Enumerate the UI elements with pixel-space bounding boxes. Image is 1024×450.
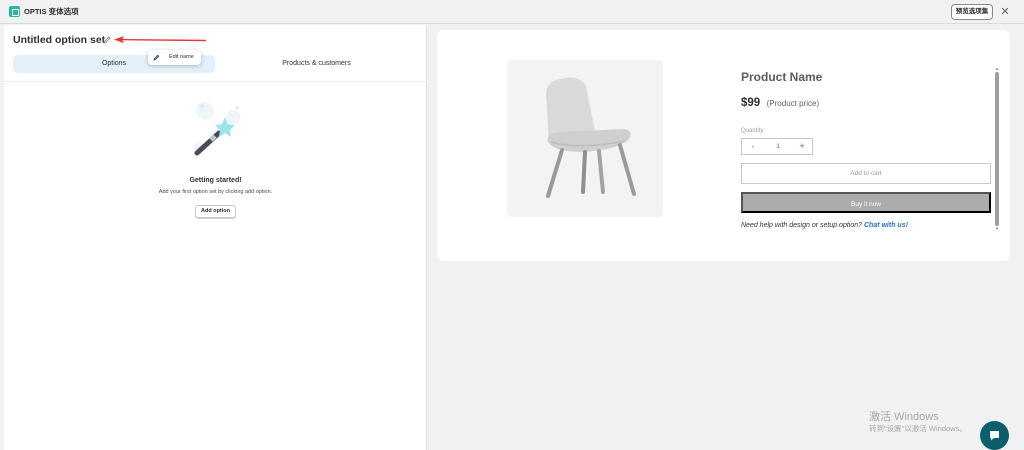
quantity-label: Quantity: [741, 128, 764, 134]
quantity-stepper: - 1 +: [741, 138, 813, 155]
app-logo-icon: [9, 6, 20, 17]
editor-tabs: Options Products & customers: [13, 55, 418, 73]
window-title: OPTIS 变体选项: [24, 7, 79, 16]
add-option-button[interactable]: Add option: [195, 205, 236, 218]
help-text-label: Need help with design or setup option?: [741, 222, 863, 229]
price-row: $99 (Product price): [741, 93, 819, 111]
product-image: [507, 60, 663, 217]
activation-watermark-title: 激活 Windows: [869, 411, 939, 423]
scroll-up-icon[interactable]: ▲: [995, 67, 999, 71]
product-name: Product Name: [741, 70, 823, 84]
price-note: (Product price): [766, 99, 820, 108]
tab-products-customers[interactable]: Products & customers: [215, 55, 418, 73]
option-set-title: Untitled option set: [13, 34, 106, 46]
preview-option-set-button[interactable]: 预览选项集: [951, 4, 993, 20]
chair-image: [546, 77, 636, 198]
edit-name-tooltip-label: Edit name: [169, 54, 194, 60]
chat-icon: [990, 431, 999, 441]
activation-watermark-subtitle: 转到"设置"以激活 Windows。: [869, 424, 967, 433]
annotation-arrow: [114, 36, 207, 44]
chat-with-us-link[interactable]: Chat with us!: [864, 222, 908, 229]
edit-name-tooltip: Edit name: [148, 50, 201, 65]
editor-panel: Untitled option set Options Products & c…: [4, 25, 427, 450]
magic-wand-icon: [194, 102, 240, 156]
window-titlebar: OPTIS 变体选项 预览选项集 ✕: [0, 0, 1024, 24]
empty-state-title: Getting started!: [189, 177, 242, 184]
tabs-divider: [4, 81, 427, 82]
buy-now-button[interactable]: Buy it now: [741, 192, 991, 213]
chat-button[interactable]: [980, 421, 1009, 450]
scroll-thumb[interactable]: [995, 72, 999, 226]
edit-name-pencil-icon[interactable]: [102, 35, 112, 45]
product-preview-card: Product Name $99 (Product price) Quantit…: [437, 30, 1010, 261]
close-icon[interactable]: ✕: [1000, 5, 1010, 19]
scroll-down-icon[interactable]: ▼: [995, 227, 999, 231]
empty-state-subtitle: Add your first option set by clicking ad…: [158, 189, 273, 195]
preview-scrollbar[interactable]: ▲ ▼: [995, 67, 999, 231]
quantity-plus-button[interactable]: +: [792, 139, 812, 154]
quantity-minus-button[interactable]: -: [742, 139, 764, 154]
quantity-input[interactable]: 1: [766, 139, 790, 154]
pencil-icon: [153, 54, 160, 61]
add-to-cart-button[interactable]: Add to cart: [741, 163, 991, 184]
product-price: $99: [741, 97, 761, 109]
help-text: Need help with design or setup option? C…: [741, 222, 908, 229]
